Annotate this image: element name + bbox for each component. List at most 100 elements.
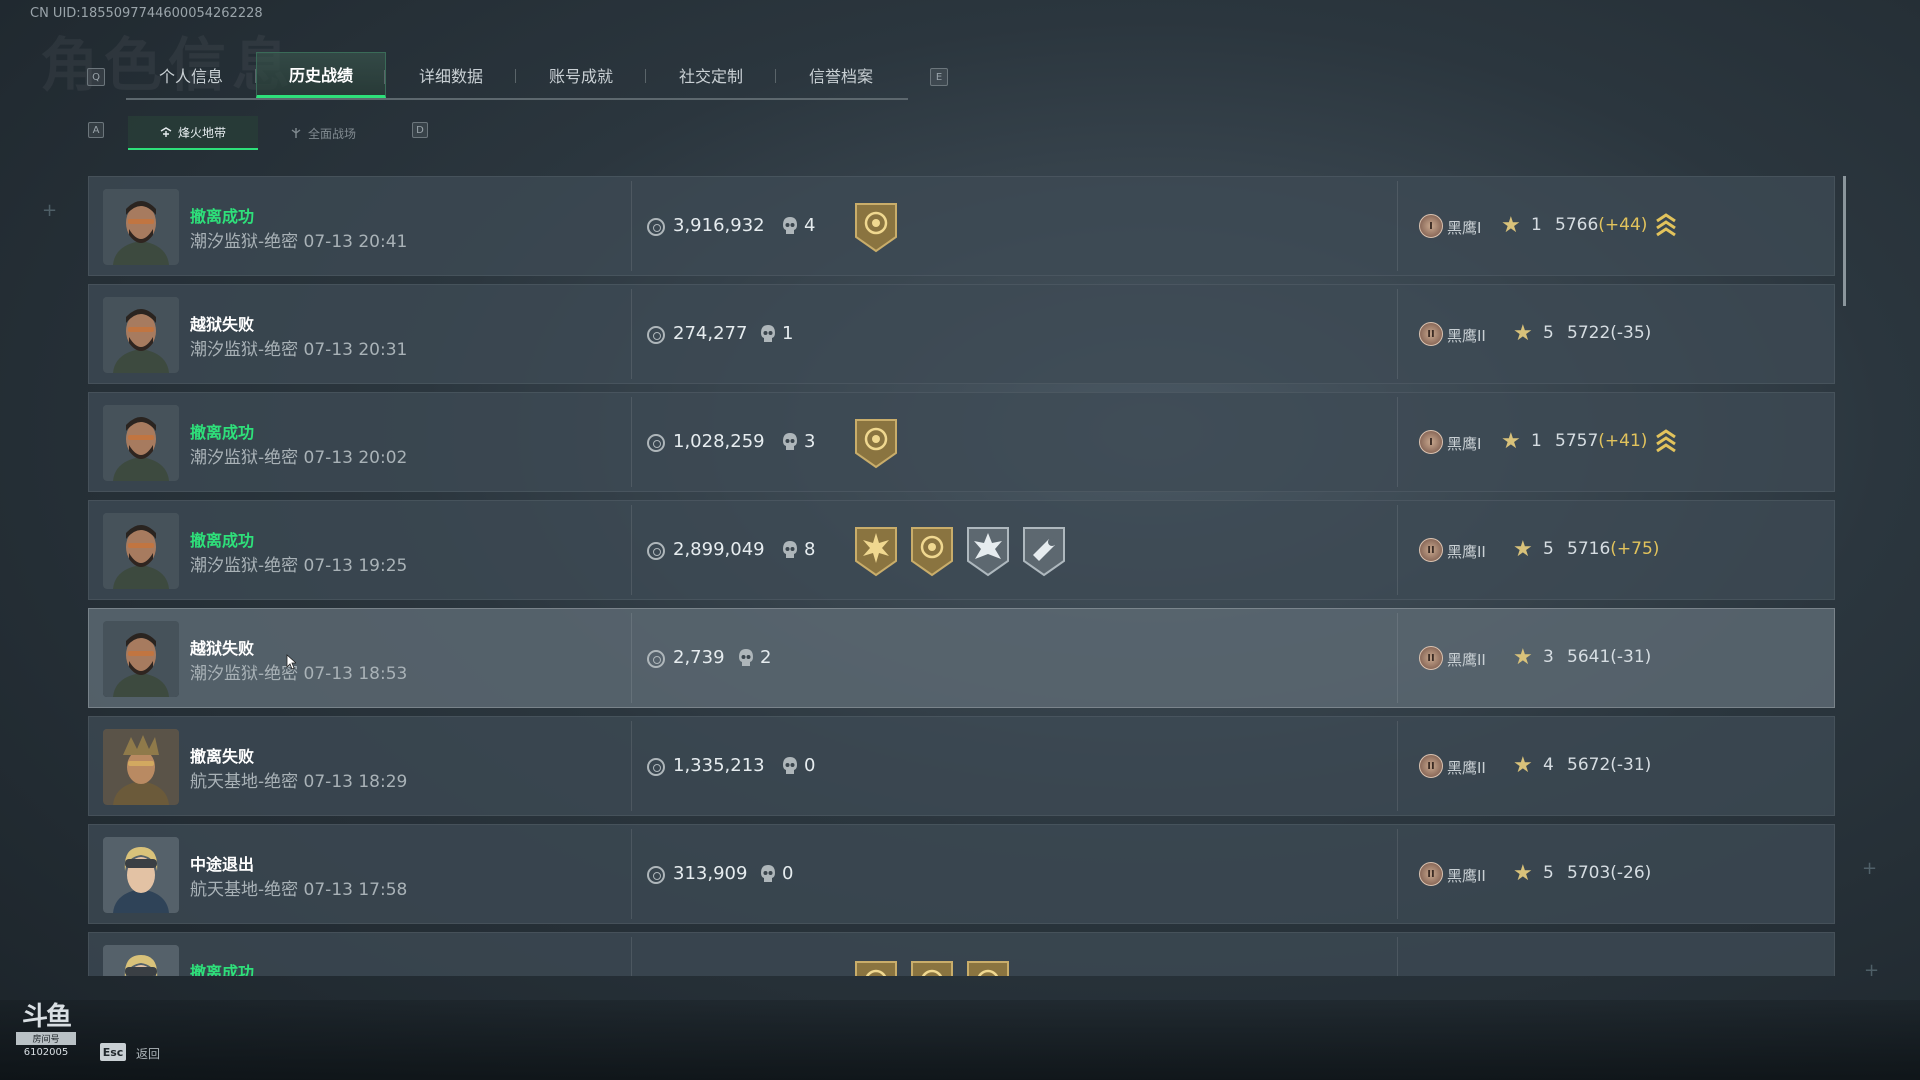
extraction-medal-icon: [967, 961, 1009, 976]
back-label[interactable]: 返回: [136, 1045, 160, 1062]
rank-badge-icon: II: [1419, 646, 1443, 670]
subtab-label: 烽火地带: [177, 125, 226, 140]
map-and-time: 潮汐监狱-绝密 07-13 20:31: [190, 335, 407, 360]
mouse-cursor-icon: [286, 654, 296, 670]
promotion-chevrons-icon: [1656, 213, 1676, 237]
map-and-time: 潮汐监狱-绝密 07-13 18:53: [190, 659, 407, 684]
tab-5[interactable]: 信誉档案: [776, 52, 906, 98]
loot-value-icon: [647, 218, 665, 236]
loot-value-icon: [647, 758, 665, 776]
match-record-row[interactable]: 中途退出 航天基地-绝密 07-13 17:58 313,909 0 II 黑鹰II ★ 5 5…: [88, 824, 1835, 924]
loot-value-icon: [647, 542, 665, 560]
row-divider: [1397, 829, 1398, 919]
loot-value: 1,028,259: [673, 431, 765, 452]
operator-avatar: [103, 405, 179, 481]
rank-name: 黑鹰II: [1447, 759, 1486, 777]
match-record-row[interactable]: 越狱失败 潮汐监狱-绝密 07-13 20:31 274,277 1 II 黑鹰II ★ 5 5…: [88, 284, 1835, 384]
match-record-row[interactable]: 撤离成功 潮汐监狱-绝密 07-13 19:25 2,899,049 8 II 黑鹰II ★…: [88, 500, 1835, 600]
operator-portrait: [103, 837, 179, 913]
kill-count: 8: [804, 539, 816, 560]
subtab-1[interactable]: 全面战场: [258, 116, 388, 150]
operator-avatar: [103, 297, 179, 373]
match-record-row[interactable]: 撤离失败 航天基地-绝密 07-13 18:29 1,335,213 0 II 黑鹰II ★…: [88, 716, 1835, 816]
decor-crosshair: +: [1862, 858, 1878, 879]
row-divider: [1397, 613, 1398, 703]
tab-0[interactable]: 个人信息: [126, 52, 256, 98]
match-result-status: 撤离成功: [190, 207, 255, 226]
match-record-row[interactable]: 撤离成功 潮汐监狱-绝密 07-13 20:02 1,028,259 3 I 黑鹰I ★ 1 5…: [88, 392, 1835, 492]
match-history-list[interactable]: 撤离成功 潮汐监狱-绝密 07-13 20:41 3,916,932 4 I 黑鹰I ★ 1 5…: [88, 176, 1835, 976]
tab-2[interactable]: 详细数据: [386, 52, 516, 98]
loot-value: 1,335,213: [673, 755, 765, 776]
rank-name: 黑鹰II: [1447, 651, 1486, 669]
kill-count: 2: [760, 647, 772, 668]
loot-value: 313,909: [673, 863, 748, 884]
rank-score: 5757(+41): [1555, 431, 1647, 451]
rank-score: 5672(-31): [1567, 755, 1651, 775]
next-subtab-key-hint[interactable]: D: [412, 122, 428, 138]
kill-count-icon: [783, 757, 797, 774]
battlefield-icon: [291, 128, 301, 138]
match-time: 07-13 20:02: [303, 448, 408, 468]
rank-name: 黑鹰II: [1447, 327, 1486, 345]
match-result-status: 撤离成功: [190, 423, 255, 442]
map-name: 潮汐监狱-绝密: [190, 448, 299, 468]
operator-portrait: [103, 621, 179, 697]
row-divider: [631, 181, 632, 271]
kill-count: 0: [782, 863, 794, 884]
map-name: 潮汐监狱-绝密: [190, 232, 299, 252]
score-value: 5641: [1567, 647, 1611, 667]
row-divider: [631, 937, 632, 976]
loot-value: 3,916,932: [673, 215, 765, 236]
rank-score: 5703(-26): [1567, 863, 1651, 883]
esc-key-button[interactable]: Esc: [100, 1043, 126, 1061]
rank-badge-icon: II: [1419, 754, 1443, 778]
rank-star-icon: ★: [1513, 753, 1533, 778]
list-scrollbar[interactable]: [1843, 176, 1846, 306]
logo-text: 斗鱼: [21, 1002, 72, 1032]
rank-score: 5641(-31): [1567, 647, 1651, 667]
logo-room-label: 房间号: [16, 1032, 76, 1045]
score-delta: (+44): [1598, 215, 1648, 235]
map-and-time: 潮汐监狱-绝密 07-13 20:41: [190, 227, 407, 252]
tab-3[interactable]: 账号成就: [516, 52, 646, 98]
match-record-row[interactable]: 撤离成功: [88, 932, 1835, 976]
operator-portrait: [103, 189, 179, 265]
match-record-row[interactable]: 撤离成功 潮汐监狱-绝密 07-13 20:41 3,916,932 4 I 黑鹰I ★ 1 5…: [88, 176, 1835, 276]
rank-score: 5766(+44): [1555, 215, 1647, 235]
tab-4[interactable]: 社交定制: [646, 52, 776, 98]
match-result-status: 撤离成功: [190, 963, 255, 976]
map-name: 航天基地-绝密: [190, 772, 299, 792]
kill-count-icon: [761, 865, 775, 882]
douyu-logo: 斗鱼 房间号 6102005: [16, 1004, 76, 1058]
match-time: 07-13 20:31: [303, 340, 408, 360]
subtab-0[interactable]: 烽火地带: [128, 116, 258, 150]
match-record-row[interactable]: 越狱失败 潮汐监狱-绝密 07-13 18:53 2,739 2 II 黑鹰II ★ 3 564…: [88, 608, 1835, 708]
next-tab-key-hint[interactable]: E: [930, 68, 948, 86]
score-value: 5722: [1567, 323, 1611, 343]
prev-tab-key-hint[interactable]: Q: [87, 68, 105, 86]
match-result-status: 越狱失败: [190, 315, 255, 334]
row-divider: [631, 721, 632, 811]
uid-label: CN UID:1855097744600054262228: [30, 6, 263, 21]
prev-subtab-key-hint[interactable]: A: [88, 122, 104, 138]
main-tabbar: 个人信息 历史战绩 详细数据 账号成就 社交定制 信誉档案: [126, 52, 908, 100]
rank-badge-icon: II: [1419, 322, 1443, 346]
row-divider: [631, 289, 632, 379]
sun-medal-icon: [855, 527, 897, 577]
score-value: 5757: [1555, 431, 1599, 451]
loot-value: 2,899,049: [673, 539, 765, 560]
rank-stars-count: 4: [1543, 755, 1554, 775]
score-value: 5672: [1567, 755, 1611, 775]
score-delta: (-26): [1610, 863, 1652, 883]
match-result-status: 撤离失败: [190, 747, 255, 766]
operator-avatar: [103, 621, 179, 697]
tab-1[interactable]: 历史战绩: [256, 52, 386, 98]
map-name: 潮汐监狱-绝密: [190, 556, 299, 576]
extraction-medal-icon: [855, 419, 897, 469]
match-time: 07-13 20:41: [303, 232, 408, 252]
row-divider: [1397, 289, 1398, 379]
subtab-label: 全面战场: [307, 126, 356, 141]
loot-value-icon: [647, 434, 665, 452]
loot-value-icon: [647, 866, 665, 884]
